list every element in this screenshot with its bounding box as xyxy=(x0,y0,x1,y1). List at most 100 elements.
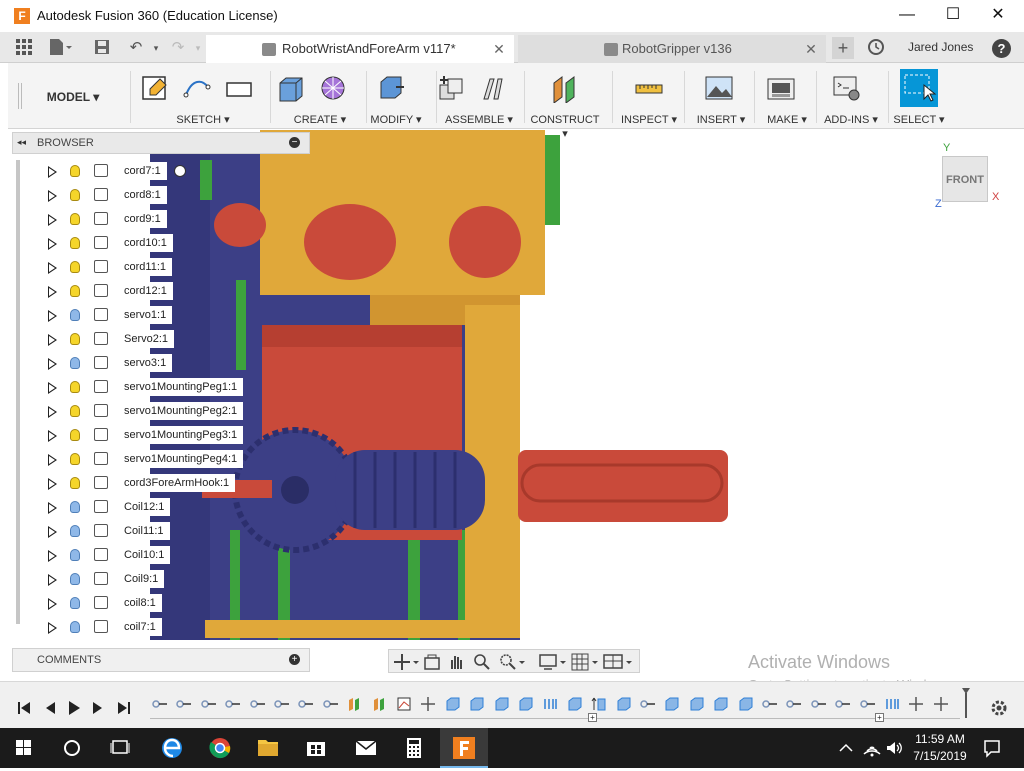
add-comment-icon[interactable]: + xyxy=(289,654,300,665)
timeline-feature-icon[interactable] xyxy=(738,696,754,712)
browser-item[interactable]: servo1MountingPeg1:1 xyxy=(12,375,244,399)
timeline-feature-icon[interactable] xyxy=(298,696,314,712)
close-button[interactable]: ✕ xyxy=(975,0,1021,32)
orbit-icon[interactable] xyxy=(393,653,419,671)
browser-minimize-icon[interactable]: − xyxy=(289,137,300,148)
look-at-icon[interactable] xyxy=(423,653,441,671)
browser-item[interactable]: Servo2:1 xyxy=(12,327,194,351)
expand-triangle-icon[interactable] xyxy=(48,286,57,298)
timeline-feature-icon[interactable] xyxy=(786,696,802,712)
timeline-feature-icon[interactable] xyxy=(225,696,241,712)
action-center-notification-icon[interactable] xyxy=(982,738,1002,758)
scripts-addins-icon[interactable] xyxy=(832,73,862,103)
data-panel-grid-icon[interactable] xyxy=(14,38,34,58)
visibility-bulb-icon[interactable] xyxy=(70,525,80,537)
visibility-bulb-icon[interactable] xyxy=(70,285,80,297)
browser-item[interactable]: cord3ForeArmHook:1 xyxy=(12,471,236,495)
timeline-first-icon[interactable] xyxy=(16,700,32,716)
timeline-feature-icon[interactable] xyxy=(933,696,949,712)
expand-triangle-icon[interactable] xyxy=(48,430,57,442)
viewports-icon[interactable] xyxy=(603,653,633,671)
timeline-feature-icon[interactable] xyxy=(542,696,558,712)
browser-item[interactable]: cord12:1 xyxy=(12,279,194,303)
timeline-play-icon[interactable] xyxy=(66,700,82,716)
expand-triangle-icon[interactable] xyxy=(48,214,57,226)
visibility-bulb-icon[interactable] xyxy=(70,237,80,249)
timeline-next-icon[interactable] xyxy=(90,700,106,716)
microsoft-store-icon[interactable] xyxy=(292,728,340,768)
expand-triangle-icon[interactable] xyxy=(48,382,57,394)
taskbar-clock-time[interactable]: 11:59 AM xyxy=(910,732,970,746)
fusion-360-taskbar-icon[interactable] xyxy=(440,728,488,768)
visibility-bulb-icon[interactable] xyxy=(70,261,80,273)
browser-item[interactable]: servo1MountingPeg3:1 xyxy=(12,423,244,447)
timeline-feature-icon[interactable] xyxy=(616,696,632,712)
expand-triangle-icon[interactable] xyxy=(48,406,57,418)
timeline-feature-icon[interactable] xyxy=(835,696,851,712)
measure-icon[interactable] xyxy=(634,73,664,103)
show-hidden-icons-chevron-icon[interactable] xyxy=(838,740,854,756)
browser-item[interactable]: coil8:1 xyxy=(12,591,194,615)
new-component-icon[interactable] xyxy=(436,73,466,103)
visibility-bulb-icon[interactable] xyxy=(70,573,80,585)
file-explorer-icon[interactable] xyxy=(244,728,292,768)
visibility-bulb-icon[interactable] xyxy=(70,477,80,489)
visibility-bulb-icon[interactable] xyxy=(70,333,80,345)
expand-triangle-icon[interactable] xyxy=(48,334,57,346)
browser-item[interactable]: servo1MountingPeg4:1 xyxy=(12,447,244,471)
press-pull-icon[interactable] xyxy=(376,73,406,103)
volume-speaker-icon[interactable] xyxy=(884,738,904,758)
start-windows-icon[interactable] xyxy=(0,728,48,768)
expand-triangle-icon[interactable] xyxy=(48,190,57,202)
timeline-feature-icon[interactable] xyxy=(323,696,339,712)
modify-menu[interactable]: MODIFY ▾ xyxy=(358,113,434,127)
timeline-feature-icon[interactable] xyxy=(762,696,778,712)
browser-item[interactable]: servo3:1 xyxy=(12,351,194,375)
undo-icon[interactable]: ↶ xyxy=(126,38,146,58)
timeline-feature-icon[interactable] xyxy=(908,696,924,712)
timeline-feature-icon[interactable] xyxy=(469,696,485,712)
network-wifi-icon[interactable] xyxy=(862,738,882,758)
timeline-group-marker[interactable]: + xyxy=(875,713,884,722)
timeline-feature-icon[interactable] xyxy=(372,696,388,712)
zoom-icon[interactable] xyxy=(473,653,491,671)
expand-triangle-icon[interactable] xyxy=(48,502,57,514)
timeline-feature-icon[interactable] xyxy=(445,696,461,712)
browser-item[interactable]: cord11:1 xyxy=(12,255,194,279)
timeline-feature-icon[interactable] xyxy=(591,696,607,712)
timeline-feature-icon[interactable] xyxy=(152,696,168,712)
browser-item[interactable]: Coil10:1 xyxy=(12,543,194,567)
timeline-feature-icon[interactable] xyxy=(420,696,436,712)
construct-menu[interactable]: CONSTRUCT ▾ xyxy=(528,113,602,140)
select-tool-icon[interactable] xyxy=(900,69,938,107)
tab-robot-gripper[interactable]: RobotGripper v136 ✕ xyxy=(518,35,826,63)
timeline-feature-icon[interactable] xyxy=(201,696,217,712)
timeline-feature-icon[interactable] xyxy=(274,696,290,712)
visibility-bulb-icon[interactable] xyxy=(70,453,80,465)
browser-item[interactable]: Coil11:1 xyxy=(12,519,194,543)
timeline-settings-gear-icon[interactable] xyxy=(990,699,1008,717)
close-tab-icon[interactable]: ✕ xyxy=(492,35,506,63)
expand-triangle-icon[interactable] xyxy=(48,166,57,178)
expand-triangle-icon[interactable] xyxy=(48,358,57,370)
rectangle-icon[interactable] xyxy=(224,73,254,103)
expand-triangle-icon[interactable] xyxy=(48,622,57,634)
timeline-group-marker[interactable]: + xyxy=(588,713,597,722)
timeline-track[interactable] xyxy=(150,692,970,720)
timeline-feature-icon[interactable] xyxy=(689,696,705,712)
minimize-button[interactable]: — xyxy=(884,0,930,32)
browser-item[interactable]: cord10:1 xyxy=(12,231,194,255)
activate-component-radio[interactable] xyxy=(174,165,186,177)
timeline-feature-icon[interactable] xyxy=(518,696,534,712)
expand-triangle-icon[interactable] xyxy=(48,262,57,274)
inspect-menu[interactable]: INSPECT ▾ xyxy=(618,113,680,127)
timeline-feature-icon[interactable] xyxy=(249,696,266,712)
insert-menu[interactable]: INSERT ▾ xyxy=(692,113,750,127)
timeline-previous-icon[interactable] xyxy=(42,700,58,716)
grid-snaps-icon[interactable] xyxy=(571,653,599,671)
mail-icon[interactable] xyxy=(342,728,390,768)
timeline-feature-icon[interactable] xyxy=(859,696,876,712)
visibility-bulb-icon[interactable] xyxy=(70,621,80,633)
make-menu[interactable]: MAKE ▾ xyxy=(762,113,812,127)
visibility-bulb-icon[interactable] xyxy=(70,309,80,321)
